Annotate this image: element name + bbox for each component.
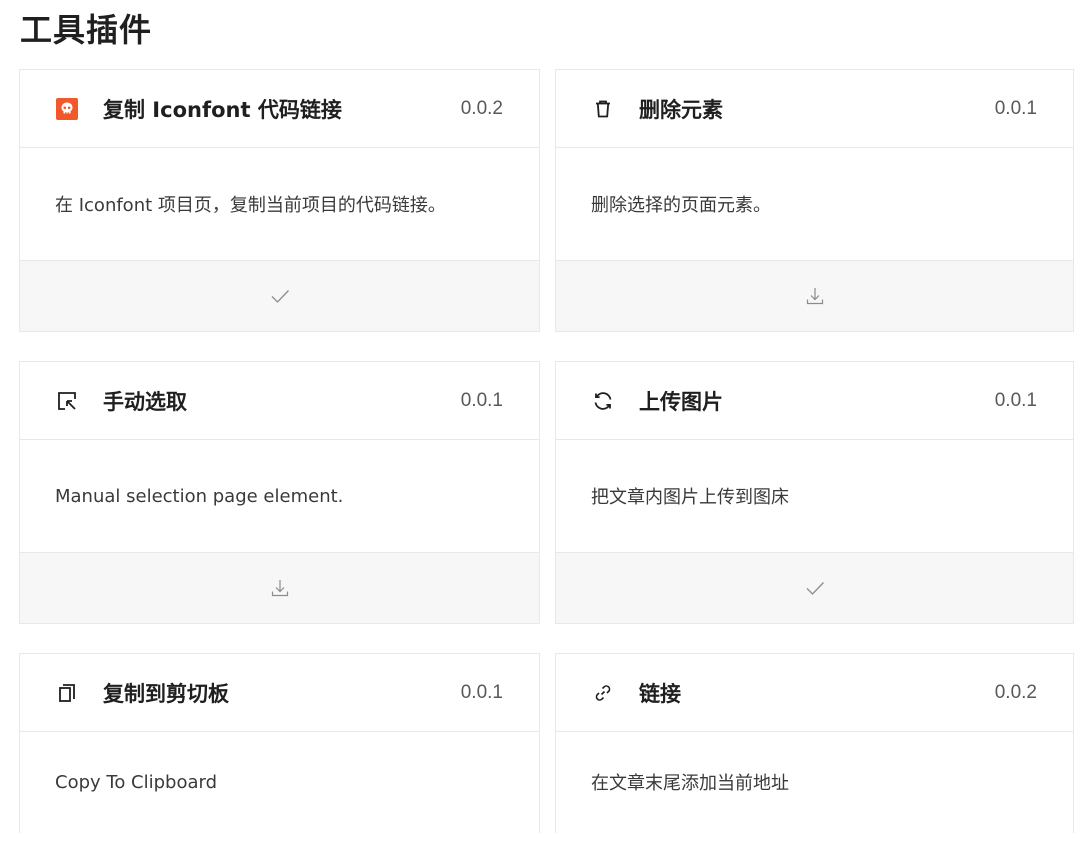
card-body: 在 Iconfont 项目页，复制当前项目的代码链接。 bbox=[20, 148, 539, 261]
card-actions bbox=[556, 553, 1073, 623]
card-actions bbox=[20, 553, 539, 623]
link-icon bbox=[591, 681, 615, 705]
plugin-description: 在文章末尾添加当前地址 bbox=[591, 773, 789, 794]
download-icon[interactable] bbox=[803, 284, 827, 308]
card-header: 复制 Iconfont 代码链接 0.0.2 bbox=[20, 70, 539, 148]
select-cursor-icon bbox=[55, 389, 79, 413]
card-body: 在文章末尾添加当前地址 bbox=[556, 732, 1073, 832]
card-header: 链接 0.0.2 bbox=[556, 654, 1073, 732]
trash-icon bbox=[591, 97, 615, 121]
check-icon[interactable] bbox=[803, 576, 827, 600]
plugin-version: 0.0.2 bbox=[994, 681, 1037, 703]
plugin-card-upload-image: 上传图片 0.0.1 把文章内图片上传到图床 bbox=[555, 361, 1074, 624]
plugin-card-copy-clipboard: 复制到剪切板 0.0.1 Copy To Clipboard bbox=[19, 653, 540, 833]
plugin-title: 复制到剪切板 bbox=[103, 681, 229, 706]
plugin-title: 链接 bbox=[639, 681, 681, 706]
plugin-card-manual-select: 手动选取 0.0.1 Manual selection page element… bbox=[19, 361, 540, 624]
plugin-card-link: 链接 0.0.2 在文章末尾添加当前地址 bbox=[555, 653, 1074, 833]
iconfont-logo-icon bbox=[55, 97, 79, 121]
card-body: Manual selection page element. bbox=[20, 440, 539, 553]
plugin-title: 删除元素 bbox=[639, 97, 723, 122]
plugin-version: 0.0.1 bbox=[994, 97, 1037, 119]
check-icon[interactable] bbox=[268, 284, 292, 308]
card-header: 上传图片 0.0.1 bbox=[556, 362, 1073, 440]
copy-icon bbox=[55, 681, 79, 705]
plugin-description: Copy To Clipboard bbox=[55, 771, 218, 793]
plugin-title: 复制 Iconfont 代码链接 bbox=[103, 97, 342, 122]
card-actions bbox=[20, 261, 539, 331]
card-header: 复制到剪切板 0.0.1 bbox=[20, 654, 539, 732]
sync-icon bbox=[591, 389, 615, 413]
card-body: Copy To Clipboard bbox=[20, 732, 539, 832]
card-body: 把文章内图片上传到图床 bbox=[556, 440, 1073, 553]
plugin-description: 在 Iconfont 项目页，复制当前项目的代码链接。 bbox=[55, 195, 446, 216]
plugin-description: 删除选择的页面元素。 bbox=[591, 195, 771, 216]
download-icon[interactable] bbox=[268, 576, 292, 600]
card-header: 删除元素 0.0.1 bbox=[556, 70, 1073, 148]
plugin-description: 把文章内图片上传到图床 bbox=[591, 487, 789, 508]
plugin-card-copy-iconfont: 复制 Iconfont 代码链接 0.0.2 在 Iconfont 项目页，复制… bbox=[19, 69, 540, 332]
plugin-title: 上传图片 bbox=[639, 389, 723, 414]
plugin-version: 0.0.1 bbox=[460, 389, 503, 411]
card-actions bbox=[556, 261, 1073, 331]
plugin-card-delete-element: 删除元素 0.0.1 删除选择的页面元素。 bbox=[555, 69, 1074, 332]
plugin-grid: 复制 Iconfont 代码链接 0.0.2 在 Iconfont 项目页，复制… bbox=[19, 69, 1074, 833]
plugin-version: 0.0.1 bbox=[460, 681, 503, 703]
card-body: 删除选择的页面元素。 bbox=[556, 148, 1073, 261]
plugin-title: 手动选取 bbox=[103, 389, 187, 414]
plugin-version: 0.0.2 bbox=[460, 97, 503, 119]
page-title: 工具插件 bbox=[20, 11, 153, 49]
card-header: 手动选取 0.0.1 bbox=[20, 362, 539, 440]
plugin-description: Manual selection page element. bbox=[55, 485, 344, 507]
plugin-version: 0.0.1 bbox=[994, 389, 1037, 411]
